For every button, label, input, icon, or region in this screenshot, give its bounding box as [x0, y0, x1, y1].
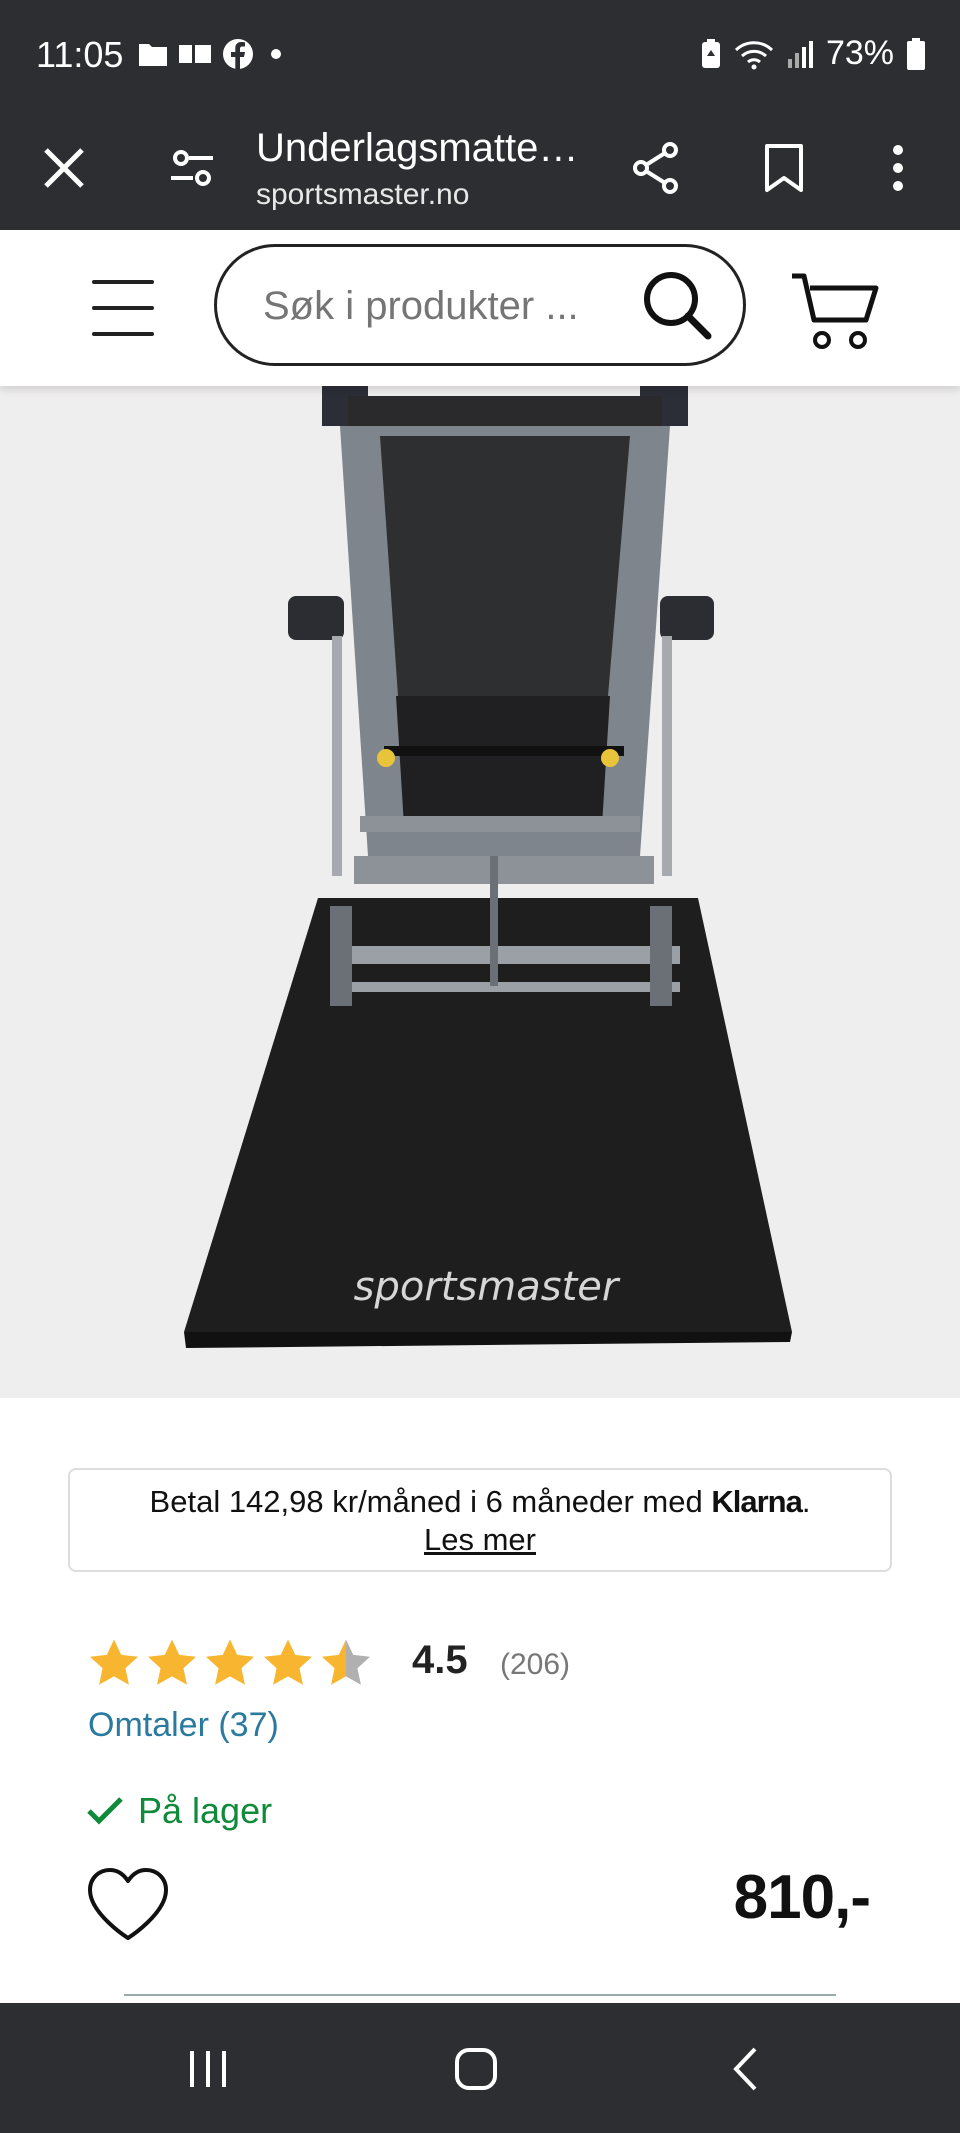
stock-label: På lager [138, 1790, 273, 1831]
facebook-icon [223, 39, 253, 69]
search-box[interactable] [214, 244, 746, 366]
more-vert-icon [893, 145, 903, 191]
product-price: 810,- [733, 1863, 871, 1932]
klarna-read-more-link[interactable]: Les mer [70, 1522, 890, 1558]
divider [124, 1994, 836, 1996]
back-icon [733, 2047, 757, 2091]
treadmill-mat-illustration: sportsmaster [184, 386, 792, 1348]
klarna-banner: Betal 142,98 kr/måned i 6 måneder med Kl… [68, 1468, 892, 1572]
rating-value: 4.5 [412, 1638, 468, 1682]
star-icon [89, 1639, 139, 1685]
system-icons: 73% [700, 34, 926, 73]
half-star-icon [321, 1639, 371, 1685]
star-icon [263, 1639, 313, 1685]
search-icon[interactable] [641, 269, 713, 341]
battery-saver-icon [701, 38, 720, 68]
wifi-icon [734, 40, 773, 69]
star-rating[interactable] [86, 1636, 374, 1692]
rating-count: (206) [500, 1648, 571, 1681]
gallery-icon [179, 45, 211, 63]
stock-status: På lager [86, 1790, 272, 1832]
cart-icon[interactable] [788, 270, 884, 356]
recent-apps-button[interactable] [178, 2039, 238, 2099]
page-title: Underlagsmatte… [256, 126, 579, 170]
site-header [0, 230, 960, 386]
bookmark-icon [765, 144, 803, 192]
product-image[interactable]: sportsmaster [0, 386, 960, 1398]
menu-icon[interactable] [92, 280, 156, 336]
more-options-button[interactable] [866, 136, 930, 200]
home-button[interactable] [446, 2039, 506, 2099]
clock: 11:05 [36, 34, 124, 75]
klarna-punct: . [801, 1484, 811, 1519]
browser-toolbar: Underlagsmatte… sportsmaster.no [0, 106, 960, 230]
dot-icon [271, 49, 281, 59]
search-input[interactable] [261, 273, 625, 339]
klarna-message: Betal 142,98 kr/måned i 6 måneder med [149, 1484, 712, 1519]
system-nav-bar [0, 2003, 960, 2133]
back-button[interactable] [716, 2039, 776, 2099]
mat-brand-text: sportsmaster [354, 1264, 621, 1310]
star-icon [205, 1639, 255, 1685]
folder-icon [139, 44, 167, 66]
recent-apps-icon [190, 2051, 226, 2087]
close-tab-button[interactable] [32, 136, 96, 200]
bookmark-button[interactable] [752, 136, 816, 200]
site-settings-icon [171, 150, 213, 186]
notification-icons [138, 38, 288, 70]
klarna-logo: Klarna [711, 1484, 802, 1519]
site-settings-button[interactable] [160, 136, 224, 200]
share-button[interactable] [624, 136, 688, 200]
status-bar: 11:05 73% [0, 0, 960, 106]
klarna-text: Betal 142,98 kr/måned i 6 måneder med Kl… [70, 1484, 890, 1520]
star-icon [147, 1639, 197, 1685]
page-url[interactable]: sportsmaster.no [256, 178, 469, 212]
close-icon [44, 148, 84, 188]
battery-icon [907, 37, 925, 70]
wishlist-heart-icon[interactable] [86, 1866, 170, 1942]
reviews-link[interactable]: Omtaler (37) [88, 1706, 279, 1745]
signal-icon [787, 40, 813, 68]
battery-percent: 73% [825, 34, 894, 72]
share-icon [633, 142, 678, 194]
checkmark-icon [87, 1797, 123, 1825]
home-icon [455, 2048, 497, 2090]
